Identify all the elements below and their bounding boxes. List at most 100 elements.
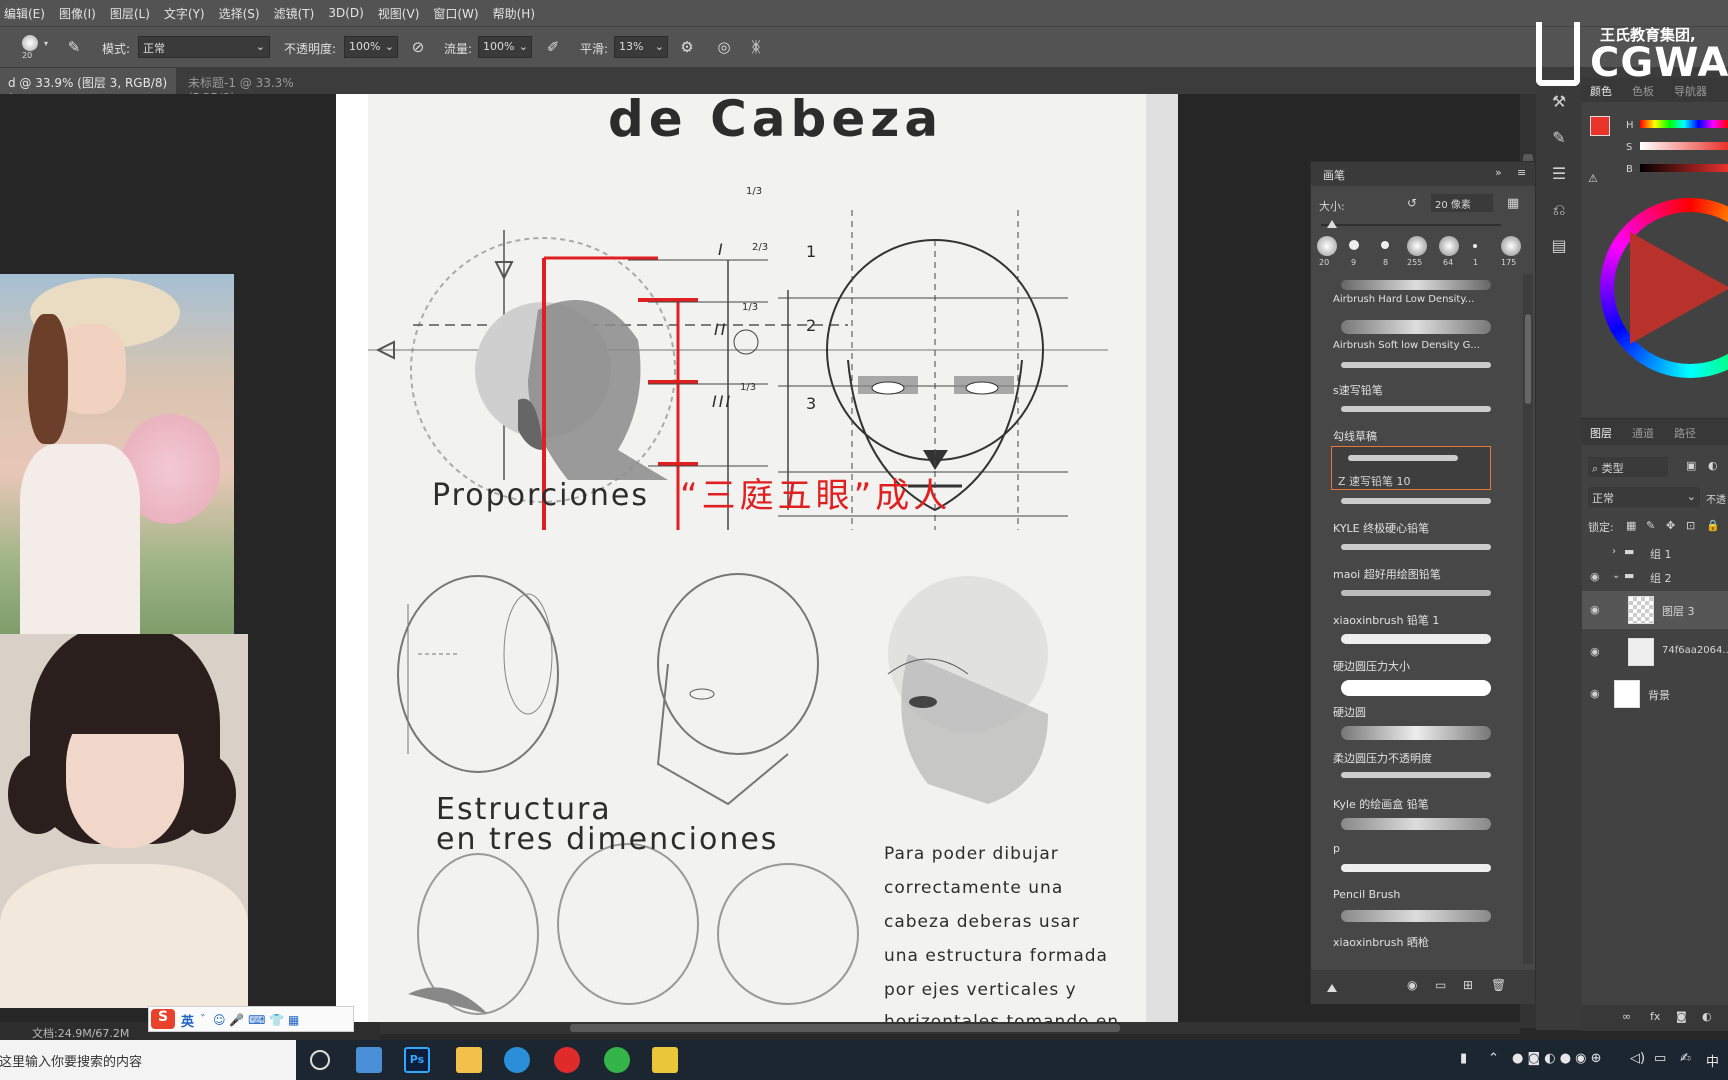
file-explorer-icon[interactable] [456,1047,482,1073]
brightness-slider[interactable] [1640,164,1728,172]
scrollbar-thumb[interactable] [1525,314,1531,404]
document-canvas[interactable]: de Cabeza 1 2 3 I II III 1/3 1/3 1/3 2/3… [336,94,1178,1028]
tab-channels[interactable]: 通道 [1632,425,1654,441]
chat-app-icon[interactable] [604,1047,630,1073]
mask-icon[interactable]: ◙ [1676,1010,1687,1023]
image-filter-icon[interactable]: ▣ [1686,459,1696,472]
chevron-right-icon[interactable]: › [1612,546,1616,557]
ime-tool-icons[interactable]: ゛☺ 🎤 ⌨ 👕 ▦ [201,1011,299,1028]
smooth-input[interactable]: 13% ⌄ [614,36,668,58]
link-icon[interactable]: ∞ [1622,1010,1631,1023]
history-icon[interactable]: ▤ [1547,234,1571,258]
chevron-down-icon[interactable]: ⌄ [1612,570,1620,581]
clone-source-icon[interactable]: ⎌ [1547,198,1571,222]
folder-icon[interactable]: ▭ [1435,978,1446,992]
brush-list[interactable]: Airbrush Hard Low Density... Airbrush So… [1311,274,1521,964]
menu-select[interactable]: 选择(S) [219,5,260,22]
gear-icon[interactable]: ⚙ [677,37,697,57]
tab-color[interactable]: 颜色 [1590,83,1612,99]
pressure-size-icon[interactable]: ◎ [714,37,734,57]
menu-filter[interactable]: 滤镜(T) [274,5,315,22]
tab-document-active[interactable]: d @ 33.9% (图层 3, RGB/8) *× [0,68,176,105]
brush-item[interactable]: 勾线草稿 [1333,428,1493,444]
airbrush-icon[interactable]: ✐ [543,37,563,57]
pressure-opacity-icon[interactable]: ⊘ [408,37,428,57]
brush-preset-picker[interactable]: 20 ▾ [18,33,54,63]
lock-transparent-icon[interactable]: ▦ [1626,519,1636,532]
preset-7[interactable] [1501,236,1521,256]
sogou-app-icon[interactable] [356,1047,382,1073]
preset-5[interactable] [1439,236,1459,256]
adjustment-filter-icon[interactable]: ◐ [1708,459,1718,472]
adjustment-icon[interactable]: ◐ [1702,1010,1712,1023]
ime-mode[interactable]: 英 [181,1011,194,1030]
layer-filter-select[interactable]: ⌕ 类型 [1588,457,1668,477]
layer-background[interactable]: ◉ 背景 [1582,675,1728,713]
pen-icon[interactable]: ✍ [1680,1051,1691,1066]
saturation-slider[interactable] [1640,142,1728,150]
menu-view[interactable]: 视图(V) [378,5,420,22]
preset-2[interactable] [1349,240,1359,250]
tab-layers[interactable]: 图层 [1590,425,1612,441]
brush-icon[interactable]: ✎ [1547,126,1571,150]
tools-icon[interactable]: ⚒ [1547,90,1571,114]
chevron-up-icon[interactable]: ⌃ [1488,1051,1499,1066]
preset-6[interactable] [1473,244,1477,248]
footer-slider-thumb[interactable] [1327,984,1337,992]
task-view-icon[interactable] [310,1050,330,1070]
eye-icon[interactable]: ◉ [1590,645,1600,658]
panel-menu-icon[interactable]: ≡ [1517,166,1526,179]
sogou-logo-icon[interactable]: S [151,1009,175,1029]
brush-item[interactable]: Airbrush Soft low Density G... [1333,340,1493,351]
new-brush-icon[interactable]: ▦ [1507,196,1519,211]
lock-artboard-icon[interactable]: ⊡ [1686,519,1695,532]
brush-item[interactable]: xiaoxinbrush 晒枪 [1333,934,1493,950]
eye-icon[interactable]: ◉ [1590,603,1600,616]
taskbar-search-input[interactable]: 在这里输入你要搜索的内容 [0,1040,296,1080]
adjustments-icon[interactable]: ☰ [1547,162,1571,186]
opacity-input[interactable]: 100% ⌄ [344,36,398,58]
menu-3d[interactable]: 3D(D) [328,6,363,20]
scrollbar-thumb[interactable] [570,1024,1120,1032]
brush-item[interactable]: maoi 超好用绘图铅笔 [1333,566,1493,582]
brush-list-scrollbar[interactable] [1523,274,1533,964]
eye-icon[interactable]: ◉ [1590,687,1600,700]
recorder-icon[interactable] [554,1047,580,1073]
lock-all-icon[interactable]: 🔒 [1706,519,1720,532]
menu-type[interactable]: 文字(Y) [164,5,205,22]
new-icon[interactable]: ⊞ [1463,978,1473,992]
menu-edit[interactable]: 编辑(E) [4,5,45,22]
brush-item[interactable]: p [1333,842,1493,855]
tray-app-icons[interactable]: ● ◙ ◐ ● ◉ ⊕ [1512,1051,1602,1066]
notes-app-icon[interactable] [652,1047,678,1073]
collapse-icon[interactable]: » [1495,166,1502,179]
layer-group-2[interactable]: ◉ ⌄ ▬ 组 2 [1582,565,1728,589]
photoshop-app-icon[interactable]: Ps [404,1047,430,1073]
foreground-color-swatch[interactable] [1590,116,1610,136]
blend-mode-select[interactable]: 正常 ⌄ [1588,487,1700,507]
input-language[interactable]: 中 [1706,1051,1719,1070]
eye-icon[interactable]: ◉ [1407,978,1417,992]
brush-size-slider[interactable] [1321,224,1501,226]
brush-item[interactable]: xiaoxinbrush 铅笔 1 [1333,612,1493,628]
brush-item[interactable]: Pencil Brush [1333,888,1493,901]
lock-paint-icon[interactable]: ✎ [1646,519,1655,532]
brush-item[interactable]: 柔边圆压力不透明度 [1333,750,1493,766]
reset-icon[interactable]: ↺ [1407,196,1417,210]
eye-icon[interactable]: ◉ [1590,570,1600,583]
battery-icon[interactable]: ▮ [1460,1051,1467,1066]
canvas-horizontal-scrollbar[interactable] [380,1022,1520,1034]
brush-item[interactable]: KYLE 终极硬心铅笔 [1333,520,1493,536]
layer-image[interactable]: ◉ 74f6aa2064... [1582,633,1728,671]
symmetry-butterfly-icon[interactable]: ᛤ [746,37,766,57]
fx-icon[interactable]: fx [1650,1010,1660,1023]
layer-3-selected[interactable]: ◉ 图层 3 [1582,591,1728,629]
volume-icon[interactable]: ◁) [1630,1051,1645,1066]
hue-slider[interactable] [1640,120,1728,128]
network-icon[interactable]: ▭ [1654,1051,1666,1066]
tab-paths[interactable]: 路径 [1674,425,1696,441]
menu-layer[interactable]: 图层(L) [110,5,150,22]
brush-item[interactable]: s速写铅笔 [1333,382,1493,398]
tab-navigator[interactable]: 导航器 [1674,83,1707,99]
brush-size-slider-thumb[interactable] [1327,220,1337,228]
